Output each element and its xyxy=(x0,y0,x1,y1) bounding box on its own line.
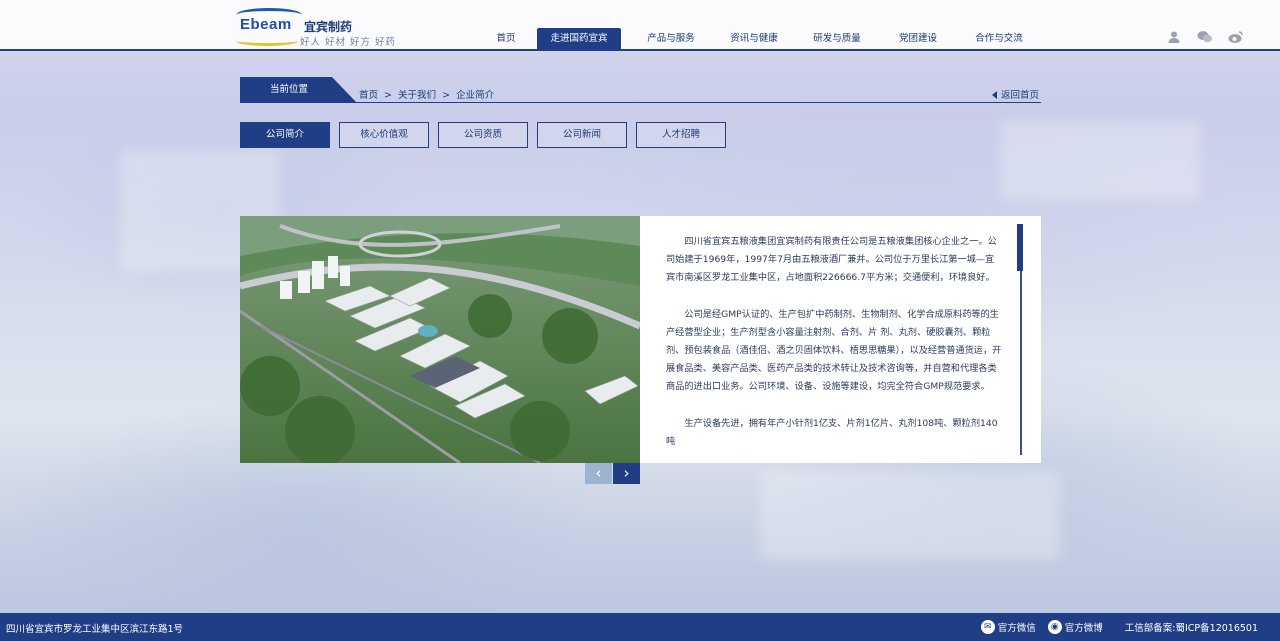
scrollbar-thumb[interactable] xyxy=(1017,224,1023,271)
breadcrumb-about[interactable]: 关于我们 xyxy=(398,90,436,101)
aerial-illustration xyxy=(240,216,640,463)
breadcrumb-current: 企业简介 xyxy=(456,90,495,101)
wechat-icon: ✉ xyxy=(980,620,995,634)
company-aerial-photo xyxy=(240,216,640,463)
footer-weibo-label: 官方微博 xyxy=(1064,623,1103,634)
breadcrumb: 首页 > 关于我们 > 企业简介 xyxy=(359,87,497,101)
nav-item-party[interactable]: 党团建设 xyxy=(882,28,954,50)
prev-slide-button[interactable]: ‹ xyxy=(585,463,612,484)
nav-item-research[interactable]: 研发与质量 xyxy=(796,28,878,50)
breadcrumb-separator: > xyxy=(442,90,451,101)
logo-english: Ebeam xyxy=(240,16,292,33)
weibo-icon[interactable] xyxy=(1228,30,1244,44)
back-home-label: 返回首页 xyxy=(1000,90,1039,101)
footer-icp[interactable]: 工信部备案:蜀ICP备12016501 xyxy=(1125,620,1258,634)
position-bar: 当前位置 首页 > 关于我们 > 企业简介 返回首页 xyxy=(240,77,1041,103)
background-blur xyxy=(1000,120,1200,200)
breadcrumb-separator: > xyxy=(384,90,393,101)
intro-paragraph: 生产设备先进，拥有年产小针剂1亿支、片剂1亿片、丸剂108吨、颗粒剂140吨 xyxy=(666,417,998,447)
footer-wechat-link[interactable]: ✉ 官方微信 xyxy=(980,620,1036,634)
main-nav: 首页 走进国药宜宾 产品与服务 资讯与健康 研发与质量 党团建设 合作与交流 xyxy=(484,28,1038,50)
slide-pager: ‹ › xyxy=(585,463,640,484)
wechat-icon[interactable] xyxy=(1197,30,1213,44)
footer-wechat-label: 官方微信 xyxy=(997,623,1036,634)
tab-careers[interactable]: 人才招聘 xyxy=(636,122,726,148)
tab-qualifications[interactable]: 公司资质 xyxy=(438,122,528,148)
back-home-link[interactable]: 返回首页 xyxy=(991,87,1039,101)
nav-item-news[interactable]: 资讯与健康 xyxy=(713,28,795,50)
logo-swoosh-icon xyxy=(236,36,298,46)
logo-chinese: 宜宾制药 xyxy=(304,20,353,34)
nav-item-products[interactable]: 产品与服务 xyxy=(630,28,712,50)
intro-paragraph: 公司是经GMP认证的、生产包扩中药制剂、生物制剂、化学合成原料药等的生产经营型企… xyxy=(666,308,1002,393)
position-label: 当前位置 xyxy=(240,77,356,102)
footer-address: 四川省宜宾市罗龙工业集中区滨江东路1号 xyxy=(6,624,184,635)
site-footer: 四川省宜宾市罗龙工业集中区滨江东路1号 ✉ 官方微信 ◉ 官方微博 工信部备案:… xyxy=(0,613,1280,641)
next-slide-button[interactable]: › xyxy=(613,463,640,484)
back-arrow-icon xyxy=(991,91,997,99)
user-icon[interactable] xyxy=(1166,30,1182,44)
footer-links: ✉ 官方微信 ◉ 官方微博 工信部备案:蜀ICP备12016501 xyxy=(969,620,1258,634)
logo-slogan: 好人 好材 好方 好药 xyxy=(300,37,397,48)
logo[interactable]: Ebeam 宜宾制药 好人 好材 好方 好药 xyxy=(236,8,406,48)
intro-text[interactable]: 四川省宜宾五粮液集团宜宾制药有限责任公司是五粮液集团核心企业之一。公司始建于19… xyxy=(666,233,1002,449)
tab-company-news[interactable]: 公司新闻 xyxy=(537,122,627,148)
weibo-icon: ◉ xyxy=(1047,620,1062,634)
sub-tabs: 公司简介 核心价值观 公司资质 公司新闻 人才招聘 xyxy=(240,122,735,148)
header-icons xyxy=(1166,30,1244,44)
background-blur xyxy=(760,470,1060,560)
footer-weibo-link[interactable]: ◉ 官方微博 xyxy=(1047,620,1103,634)
nav-item-cooperation[interactable]: 合作与交流 xyxy=(960,28,1038,50)
nav-item-about[interactable]: 走进国药宜宾 xyxy=(537,28,621,50)
site-header: Ebeam 宜宾制药 好人 好材 好方 好药 首页 走进国药宜宾 产品与服务 资… xyxy=(0,0,1280,51)
tab-company-profile[interactable]: 公司简介 xyxy=(240,122,330,148)
intro-panel: 四川省宜宾五粮液集团宜宾制药有限责任公司是五粮液集团核心企业之一。公司始建于19… xyxy=(640,216,1041,463)
tab-core-values[interactable]: 核心价值观 xyxy=(339,122,429,148)
intro-paragraph: 四川省宜宾五粮液集团宜宾制药有限责任公司是五粮液集团核心企业之一。公司始建于19… xyxy=(666,236,997,284)
breadcrumb-home[interactable]: 首页 xyxy=(359,90,378,101)
nav-item-home[interactable]: 首页 xyxy=(484,28,528,50)
